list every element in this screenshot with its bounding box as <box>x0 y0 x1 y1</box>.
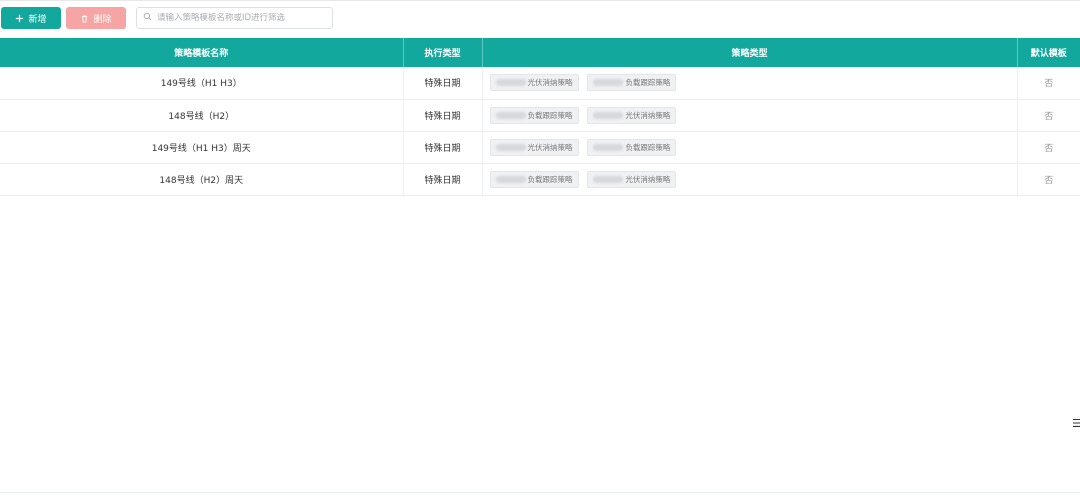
bottom-divider <box>0 492 1080 493</box>
cell-strategy-tags: 负载跟踪策略 光伏消纳策略 <box>482 99 1018 132</box>
table-row[interactable]: 149号线（H1 H3）周天 特殊日期 光伏消纳策略 负载跟踪策略 否 <box>0 131 1080 164</box>
add-button[interactable]: 新增 <box>1 7 61 29</box>
strategy-tag: 光伏消纳策略 <box>587 170 677 188</box>
cell-strategy-tags: 光伏消纳策略 负载跟踪策略 <box>482 67 1018 100</box>
strategy-tag-label: 光伏消纳策略 <box>527 78 573 88</box>
toolbar: 新增 删除 <box>0 7 333 29</box>
table-row[interactable]: 148号线（H2） 特殊日期 负载跟踪策略 光伏消纳策略 否 <box>0 99 1080 132</box>
delete-button-label: 删除 <box>93 14 112 25</box>
cell-default-template: 否 <box>1017 163 1080 196</box>
add-button-label: 新增 <box>28 14 47 25</box>
strategy-tag: 负载跟踪策略 <box>587 74 677 92</box>
column-header-default: 默认模板 <box>1017 38 1080 67</box>
strategy-tag: 光伏消纳策略 <box>587 106 677 124</box>
search-box[interactable] <box>136 7 333 29</box>
cell-default-template: 否 <box>1017 99 1080 132</box>
top-divider <box>0 0 1080 1</box>
search-icon <box>143 12 152 24</box>
table-row[interactable]: 148号线（H2）周天 特殊日期 负载跟踪策略 光伏消纳策略 否 <box>0 163 1080 196</box>
cell-template-name: 149号线（H1 H3）周天 <box>0 131 404 164</box>
strategy-tag: 光伏消纳策略 <box>489 138 579 156</box>
strategy-tag: 负载跟踪策略 <box>587 138 677 156</box>
cell-template-name: 148号线（H2）周天 <box>0 163 404 196</box>
list-icon[interactable]: ☰ <box>1072 417 1080 430</box>
cell-default-template: 否 <box>1017 67 1080 100</box>
column-header-exec-type: 执行类型 <box>403 38 483 67</box>
strategy-tag-label: 光伏消纳策略 <box>625 174 671 184</box>
cell-default-template: 否 <box>1017 131 1080 164</box>
strategy-tag-label: 负载跟踪策略 <box>527 174 573 184</box>
delete-button[interactable]: 删除 <box>66 7 126 29</box>
table-header-row: 策略模板名称 执行类型 策略类型 默认模板 <box>0 38 1080 67</box>
trash-icon <box>80 14 89 23</box>
cell-template-name: 149号线（H1 H3） <box>0 67 404 100</box>
column-header-strategy-type: 策略类型 <box>482 38 1018 67</box>
strategy-tag-label: 光伏消纳策略 <box>527 142 573 152</box>
column-header-name: 策略模板名称 <box>0 38 404 67</box>
cell-exec-type: 特殊日期 <box>403 131 483 164</box>
table-row[interactable]: 149号线（H1 H3） 特殊日期 光伏消纳策略 负载跟踪策略 否 <box>0 67 1080 100</box>
cell-template-name: 148号线（H2） <box>0 99 404 132</box>
cell-exec-type: 特殊日期 <box>403 163 483 196</box>
strategy-tag-label: 负载跟踪策略 <box>625 142 671 152</box>
cell-exec-type: 特殊日期 <box>403 99 483 132</box>
plus-icon <box>15 14 24 23</box>
cell-strategy-tags: 光伏消纳策略 负载跟踪策略 <box>482 131 1018 164</box>
strategy-tag-label: 负载跟踪策略 <box>527 110 573 120</box>
cell-exec-type: 特殊日期 <box>403 67 483 100</box>
strategy-tag: 光伏消纳策略 <box>489 74 579 92</box>
strategy-tag: 负载跟踪策略 <box>489 106 579 124</box>
strategy-tag-label: 光伏消纳策略 <box>625 110 671 120</box>
cell-strategy-tags: 负载跟踪策略 光伏消纳策略 <box>482 163 1018 196</box>
strategy-template-table: 策略模板名称 执行类型 策略类型 默认模板 149号线（H1 H3） 特殊日期 … <box>0 38 1080 196</box>
search-input[interactable] <box>157 13 327 23</box>
strategy-tag-label: 负载跟踪策略 <box>625 78 671 88</box>
strategy-tag: 负载跟踪策略 <box>489 170 579 188</box>
